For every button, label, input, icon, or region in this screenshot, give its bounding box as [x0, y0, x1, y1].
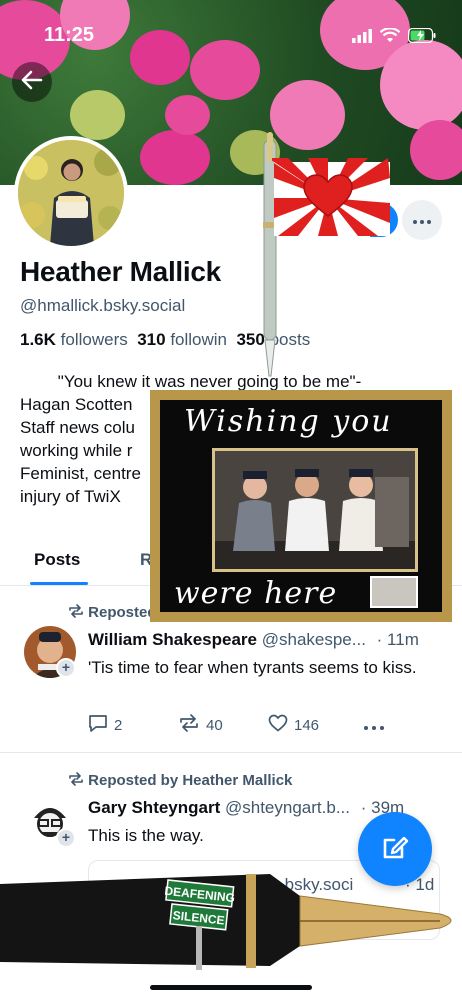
card-bottom-text: were here: [174, 576, 338, 611]
profile-avatar[interactable]: [14, 136, 128, 250]
like-count: 146: [294, 716, 320, 734]
back-button[interactable]: [12, 62, 52, 102]
repost-indicator: Reposted by Heather Mallick: [68, 772, 292, 790]
reply-icon: [88, 714, 108, 736]
post-author-line: Gary Shteyngart @shteyngart.b... · 39m: [88, 798, 404, 818]
repost-indicator: Reposted: [68, 604, 157, 622]
more-options-button[interactable]: [402, 200, 442, 240]
follow-author-badge[interactable]: +: [56, 658, 76, 678]
follow-author-badge[interactable]: +: [56, 828, 76, 848]
following-count: 310: [137, 330, 166, 349]
post-actions: 2 40 146: [88, 714, 384, 736]
like-button[interactable]: 146: [268, 714, 364, 736]
repost-label: Reposted by Heather Mallick: [88, 772, 293, 789]
repost-label: Reposted: [88, 604, 157, 621]
active-tab-indicator: [30, 582, 88, 585]
status-time: 11:25: [44, 24, 95, 46]
following-label: followin: [170, 330, 228, 349]
heart-flag-sticker: [268, 158, 392, 240]
peony-bloom: [410, 120, 462, 180]
ellipsis-icon: [413, 211, 431, 229]
author-handle[interactable]: @shakespe...: [262, 630, 366, 649]
back-arrow-icon: [21, 70, 43, 95]
followers-label: followers: [60, 330, 128, 349]
display-name: Heather Mallick: [20, 256, 221, 287]
profile-handle: @hmallick.bsky.social: [20, 296, 186, 315]
wifi-icon: [379, 27, 401, 48]
reply-button[interactable]: 2: [88, 714, 178, 736]
peony-bud: [165, 95, 210, 135]
card-inner: Wishing you were here: [160, 400, 442, 612]
peony-bloom: [380, 40, 462, 130]
repost-button[interactable]: 40: [178, 714, 268, 736]
followers-count: 1.6K: [20, 330, 56, 349]
post-time: · 11m: [376, 630, 419, 649]
repost-icon: [178, 714, 200, 736]
fountain-pen-sticker: DEAFENING SILENCE: [0, 866, 462, 976]
wishing-you-were-here-card: Wishing you were here: [150, 390, 452, 622]
status-icons: [352, 27, 436, 48]
post-more-button[interactable]: [364, 717, 384, 734]
card-top-text: Wishing you: [184, 404, 393, 439]
repost-icon: [68, 772, 84, 790]
compose-icon: [380, 832, 410, 867]
post-author-line: William Shakespeare @shakespe... · 11m: [88, 630, 419, 650]
post-divider: [0, 752, 462, 753]
tab-posts[interactable]: Posts: [34, 550, 80, 570]
peony-bud: [70, 90, 125, 140]
peony-bloom: [140, 130, 210, 185]
repost-icon: [68, 604, 84, 622]
repost-count: 40: [206, 716, 223, 734]
following-link[interactable]: 310 followin: [137, 330, 227, 349]
like-icon: [268, 714, 288, 736]
reply-count: 2: [114, 716, 123, 734]
battery-charging-icon: [407, 27, 436, 48]
home-indicator[interactable]: [150, 985, 312, 990]
author-name[interactable]: William Shakespeare: [88, 630, 257, 649]
status-bar: 11:25: [0, 22, 462, 52]
post-text: 'Tis time to fear when tyrants seems to …: [88, 658, 417, 677]
card-mini-photo: [370, 576, 418, 608]
followers-link[interactable]: 1.6K followers: [20, 330, 128, 349]
signal-icon: [352, 28, 372, 48]
ellipsis-icon: [364, 717, 384, 734]
author-name[interactable]: Gary Shteyngart: [88, 798, 220, 817]
author-handle[interactable]: @shteyngart.b...: [225, 798, 350, 817]
group-photo: [212, 448, 418, 572]
